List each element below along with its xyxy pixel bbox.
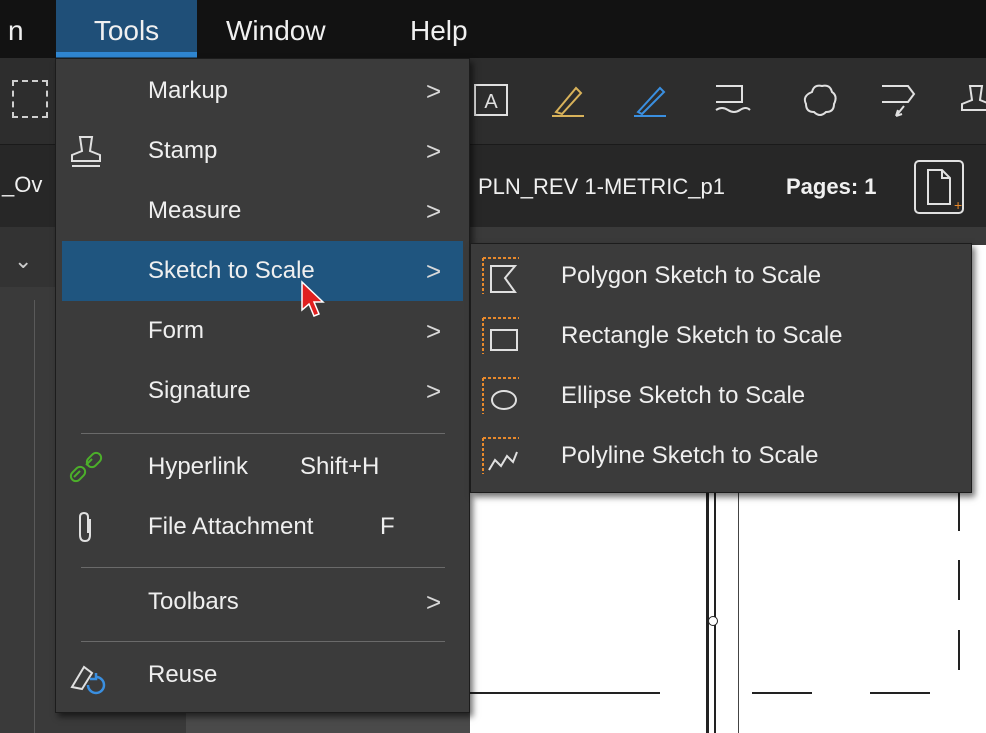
menu-item-label: Markup <box>148 77 229 104</box>
chevron-right-icon: > <box>426 136 442 166</box>
menu-item-label: Form <box>148 317 204 344</box>
callout-tool-icon[interactable] <box>712 80 752 120</box>
panel-divider <box>34 300 35 733</box>
chevron-right-icon: > <box>426 587 442 617</box>
menu-item-measure[interactable]: Measure > <box>56 181 469 241</box>
menu-item-reuse[interactable]: Reuse <box>56 645 469 705</box>
tab-partial[interactable]: _Ov <box>2 172 42 198</box>
sketch-to-scale-submenu: Polygon Sketch to Scale Rectangle Sketch… <box>470 243 972 493</box>
textbox-tool-icon[interactable]: A <box>472 80 512 120</box>
pages-count: Pages: 1 <box>786 174 877 199</box>
rectangle-sketch-icon <box>482 317 519 354</box>
menu-item-label: Toolbars <box>148 588 239 615</box>
chevron-down-icon[interactable]: ⌄ <box>14 248 32 274</box>
menu-item-markup[interactable]: Markup > <box>56 61 469 121</box>
drawing-line <box>958 560 960 600</box>
submenu-item-label: Ellipse Sketch to Scale <box>561 382 806 409</box>
pen-tool-icon[interactable] <box>630 80 670 120</box>
menu-item-signature[interactable]: Signature > <box>56 361 469 421</box>
stamp-tool-icon[interactable] <box>956 80 986 120</box>
drawing-line <box>958 630 960 670</box>
submenu-item-ellipse[interactable]: Ellipse Sketch to Scale <box>471 366 971 426</box>
menu-item-label: Reuse <box>148 661 218 688</box>
document-title: PLN_REV 1-METRIC_p1 <box>478 174 725 199</box>
svg-text:A: A <box>484 91 498 113</box>
menu-help[interactable]: Help <box>410 0 468 58</box>
submenu-item-rectangle[interactable]: Rectangle Sketch to Scale <box>471 306 971 366</box>
drawing-line <box>958 491 960 531</box>
polygon-sketch-icon <box>482 257 519 294</box>
menu-item-label: Signature <box>148 377 251 404</box>
menu-window[interactable]: Window <box>226 0 326 58</box>
menu-item-label: Sketch to Scale <box>148 257 315 284</box>
mouse-cursor-icon <box>301 280 325 317</box>
menu-item-hyperlink[interactable]: Hyperlink Shift+H <box>56 437 469 497</box>
new-page-icon[interactable]: + <box>914 160 964 214</box>
drawing-line <box>870 692 930 694</box>
menu-file-partial[interactable]: n <box>8 0 24 58</box>
chevron-right-icon: > <box>426 376 442 406</box>
select-tool-icon[interactable] <box>12 80 48 118</box>
menu-tools[interactable]: Tools <box>56 0 197 58</box>
menu-item-file-attachment[interactable]: File Attachment F <box>56 497 469 557</box>
submenu-item-label: Polygon Sketch to Scale <box>561 262 822 289</box>
chevron-right-icon: > <box>426 196 442 226</box>
menu-separator <box>81 433 445 434</box>
menu-item-form[interactable]: Form > <box>56 301 469 361</box>
cloud-tool-icon[interactable] <box>800 80 840 120</box>
menu-item-shortcut: Shift+H <box>300 453 380 480</box>
submenu-item-label: Rectangle Sketch to Scale <box>561 322 843 349</box>
menu-item-label: Hyperlink <box>148 453 249 480</box>
chevron-right-icon: > <box>426 256 442 286</box>
chevron-right-icon: > <box>426 76 442 106</box>
menu-separator <box>81 641 445 642</box>
menu-item-label: Stamp <box>148 137 218 164</box>
menu-separator <box>81 567 445 568</box>
drawing-line <box>706 491 709 733</box>
paperclip-icon <box>79 511 91 543</box>
arrow-callout-icon[interactable] <box>878 80 918 120</box>
drawing-node <box>708 616 718 626</box>
drawing-line <box>470 692 660 694</box>
link-icon <box>69 451 103 483</box>
highlighter-tool-icon[interactable] <box>548 80 588 120</box>
drawing-line <box>738 491 739 733</box>
reuse-icon <box>70 665 106 695</box>
ellipse-sketch-icon <box>482 377 519 414</box>
submenu-item-polyline[interactable]: Polyline Sketch to Scale <box>471 426 971 486</box>
polyline-sketch-icon <box>482 437 519 474</box>
svg-text:+: + <box>954 197 962 213</box>
menu-item-sketch-to-scale[interactable]: Sketch to Scale > <box>62 241 463 301</box>
menu-item-label: Measure <box>148 197 242 224</box>
menu-tools-underline <box>56 52 197 57</box>
submenu-item-label: Polyline Sketch to Scale <box>561 442 819 469</box>
menu-item-toolbars[interactable]: Toolbars > <box>56 572 469 632</box>
tools-menu: Markup > Stamp > Measure > Sketch to Sca… <box>55 58 470 713</box>
chevron-right-icon: > <box>426 316 442 346</box>
drawing-line <box>752 692 812 694</box>
drawing-line <box>714 491 716 733</box>
submenu-item-polygon[interactable]: Polygon Sketch to Scale <box>471 246 971 306</box>
stamp-icon <box>71 136 101 167</box>
menu-item-stamp[interactable]: Stamp > <box>56 121 469 181</box>
menu-item-shortcut: F <box>380 513 395 540</box>
menu-item-label: File Attachment <box>148 513 314 540</box>
